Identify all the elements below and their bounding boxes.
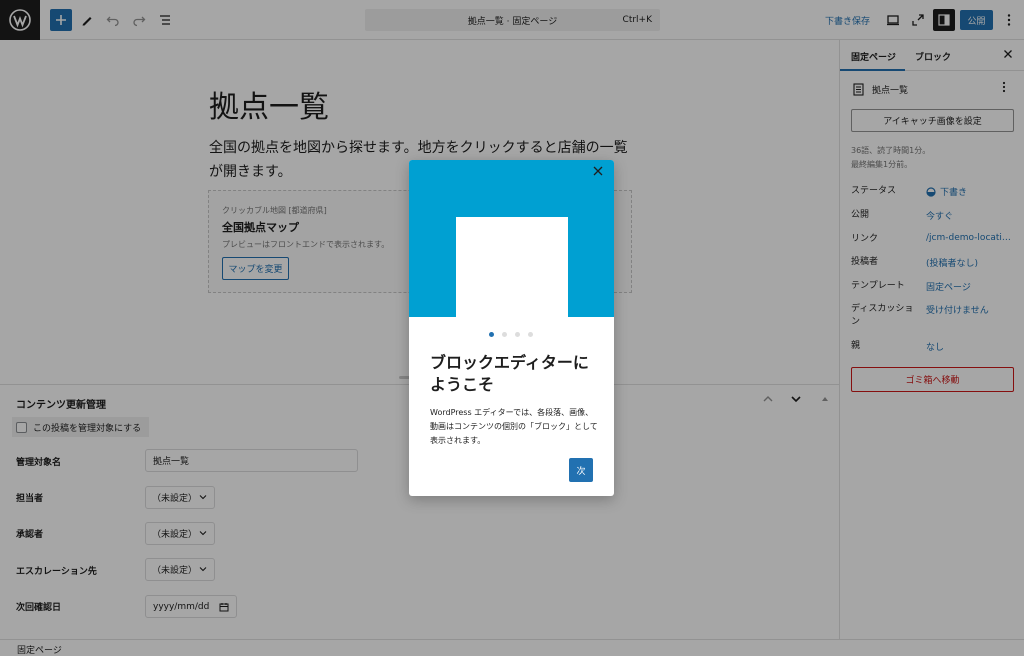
page-dot[interactable] — [489, 332, 494, 337]
close-modal-button[interactable] — [592, 165, 604, 181]
illustration-page — [456, 217, 568, 317]
welcome-guide-modal: ブロックエディターにようこそ WordPress エディターでは、各段落、画像、… — [409, 160, 614, 496]
page-indicator — [489, 332, 533, 337]
page-dot[interactable] — [528, 332, 533, 337]
welcome-illustration — [409, 160, 614, 317]
page-dot[interactable] — [515, 332, 520, 337]
close-icon — [593, 166, 603, 176]
modal-heading: ブロックエディターにようこそ — [430, 353, 589, 394]
page-dot[interactable] — [502, 332, 507, 337]
next-button[interactable]: 次 — [569, 458, 593, 482]
modal-text: WordPress エディターでは、各段落、画像、動画はコンテンツの個別の「ブロ… — [430, 408, 598, 445]
